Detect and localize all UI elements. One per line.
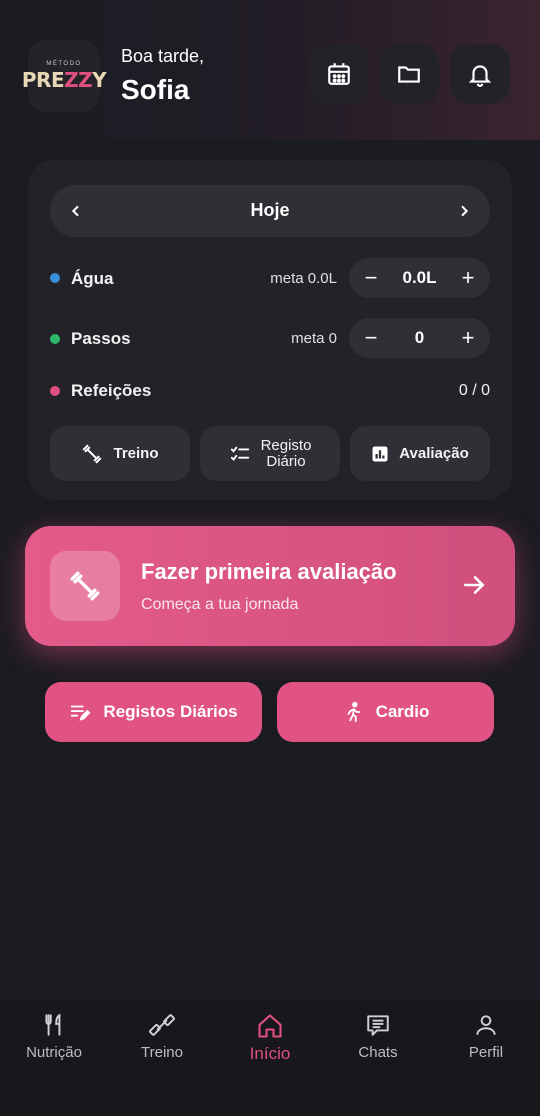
nav-label-nutrition: Nutrição: [26, 1044, 82, 1061]
water-goal: meta 0.0L: [270, 270, 337, 287]
user-name: Sofia: [121, 74, 190, 105]
chat-icon: [367, 1015, 389, 1036]
nav-label-workout: Treino: [141, 1044, 183, 1061]
steps-goal: meta 0: [291, 330, 337, 347]
daily-log-quick-button[interactable]: Registo Diário: [200, 426, 340, 481]
water-stepper: − 0.0L +: [349, 258, 490, 298]
nav-item-profile[interactable]: Perfil: [432, 1012, 540, 1061]
app-logo: MÉTODO PREZZY: [22, 40, 107, 112]
day-navigator: Hoje: [50, 185, 490, 237]
nav-label-chats: Chats: [358, 1044, 398, 1061]
running-icon: [347, 701, 360, 723]
assessment-card-subtitle: Começa a tua jornada: [141, 596, 299, 613]
water-label: Água: [71, 269, 114, 288]
cardio-label: Cardio: [375, 702, 430, 721]
fork-knife-icon: [45, 1013, 61, 1036]
nav-label-profile: Perfil: [468, 1044, 504, 1061]
meals-dot: [50, 386, 60, 396]
calendar-icon: [328, 63, 350, 85]
steps-dot: [50, 334, 60, 344]
steps-increment-button[interactable]: +: [454, 324, 482, 352]
bell-icon: [468, 65, 492, 87]
daily-logs-button[interactable]: Registos Diários: [45, 682, 262, 742]
assessment-quick-button[interactable]: Avaliação: [350, 426, 490, 481]
cardio-button[interactable]: Cardio: [277, 682, 494, 742]
greeting-text: Boa tarde,: [121, 46, 205, 66]
workout-quick-button[interactable]: Treino: [50, 426, 190, 481]
steps-stepper: − 0 +: [349, 318, 490, 358]
chevron-right-icon: [461, 205, 469, 217]
assessment-quick-label: Avaliação: [399, 445, 469, 462]
meals-label: Refeições: [71, 381, 152, 400]
water-decrement-button[interactable]: −: [357, 264, 385, 292]
calendar-button[interactable]: [309, 44, 369, 104]
nav-item-workout[interactable]: Treino: [108, 1012, 216, 1061]
meals-count: 0 / 0: [458, 382, 490, 399]
folder-button[interactable]: [379, 44, 439, 104]
bottom-navigation: Nutrição Treino Início Chats Perfil: [0, 1000, 540, 1116]
dumbbell-icon: [83, 444, 102, 463]
nav-label-home: Início: [249, 1044, 291, 1063]
user-icon: [476, 1015, 496, 1035]
nav-item-chats[interactable]: Chats: [324, 1012, 432, 1061]
steps-label: Passos: [71, 329, 131, 348]
nav-item-nutrition[interactable]: Nutrição: [0, 1012, 108, 1061]
assessment-icon-box: [50, 551, 120, 621]
first-assessment-card[interactable]: Fazer primeira avaliação Começa a tua jo…: [25, 526, 515, 646]
daily-logs-label: Registos Diários: [103, 702, 238, 721]
folder-icon: [398, 66, 420, 83]
arrow-right-icon: [464, 576, 485, 594]
next-day-button[interactable]: [450, 197, 478, 225]
dumbbell-icon: [70, 571, 100, 601]
logo-subtitle: MÉTODO: [46, 60, 82, 67]
bar-chart-icon: [372, 446, 388, 461]
home-icon: [258, 1014, 282, 1038]
steps-value: 0: [414, 328, 425, 347]
daily-log-quick-label: Registo Diário: [260, 436, 312, 470]
dumbbell-icon: [149, 1014, 175, 1036]
edit-list-icon: [71, 705, 91, 721]
notifications-button[interactable]: [450, 44, 510, 104]
water-dot: [50, 273, 60, 283]
checklist-icon: [230, 446, 249, 461]
assessment-card-title: Fazer primeira avaliação: [141, 559, 397, 584]
nav-item-home[interactable]: Início: [216, 1012, 324, 1064]
header: MÉTODO PREZZY Boa tarde, Sofia: [0, 0, 540, 140]
water-value: 0.0L: [402, 268, 437, 287]
steps-decrement-button[interactable]: −: [357, 324, 385, 352]
logo-wordmark: PREZZY: [21, 67, 107, 92]
workout-quick-label: Treino: [113, 445, 159, 462]
water-increment-button[interactable]: +: [454, 264, 482, 292]
day-label: Hoje: [250, 200, 290, 220]
